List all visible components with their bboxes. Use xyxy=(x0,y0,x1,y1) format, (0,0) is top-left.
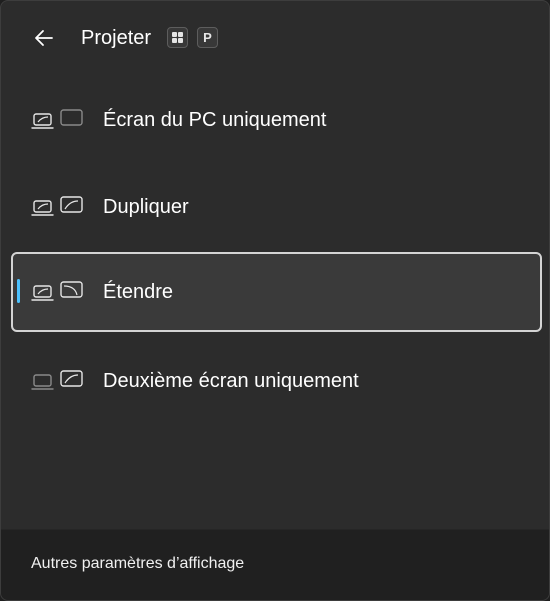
flyout-title: Projeter xyxy=(81,27,152,49)
option-label: Deuxième écran uniquement xyxy=(103,370,359,392)
windows-key-icon xyxy=(172,32,183,43)
flyout-footer: Autres paramètres d’affichage xyxy=(1,529,549,600)
back-button[interactable] xyxy=(29,25,59,51)
project-flyout: Projeter P Écran du PC uniquement Dupliq… xyxy=(0,0,550,601)
duplicate-icon xyxy=(31,196,83,216)
more-display-settings-link[interactable]: Autres paramètres d’affichage xyxy=(31,554,244,574)
pc-screen-only-icon xyxy=(31,109,83,129)
second-screen-only-icon xyxy=(31,370,83,390)
option-pc-screen-only[interactable]: Écran du PC uniquement xyxy=(11,80,542,160)
option-duplicate[interactable]: Dupliquer xyxy=(11,167,542,247)
option-label: Écran du PC uniquement xyxy=(103,109,327,131)
option-label: Dupliquer xyxy=(103,196,189,218)
extend-icon xyxy=(31,281,83,301)
option-label: Étendre xyxy=(103,281,174,303)
p-key-badge: P xyxy=(197,27,218,48)
flyout-header: Projeter P xyxy=(1,13,549,63)
back-arrow-icon xyxy=(35,30,53,46)
windows-key-badge xyxy=(167,27,188,48)
option-extend[interactable]: Étendre xyxy=(11,252,542,332)
option-second-screen-only[interactable]: Deuxième écran uniquement xyxy=(11,341,542,421)
selected-indicator xyxy=(17,279,20,303)
